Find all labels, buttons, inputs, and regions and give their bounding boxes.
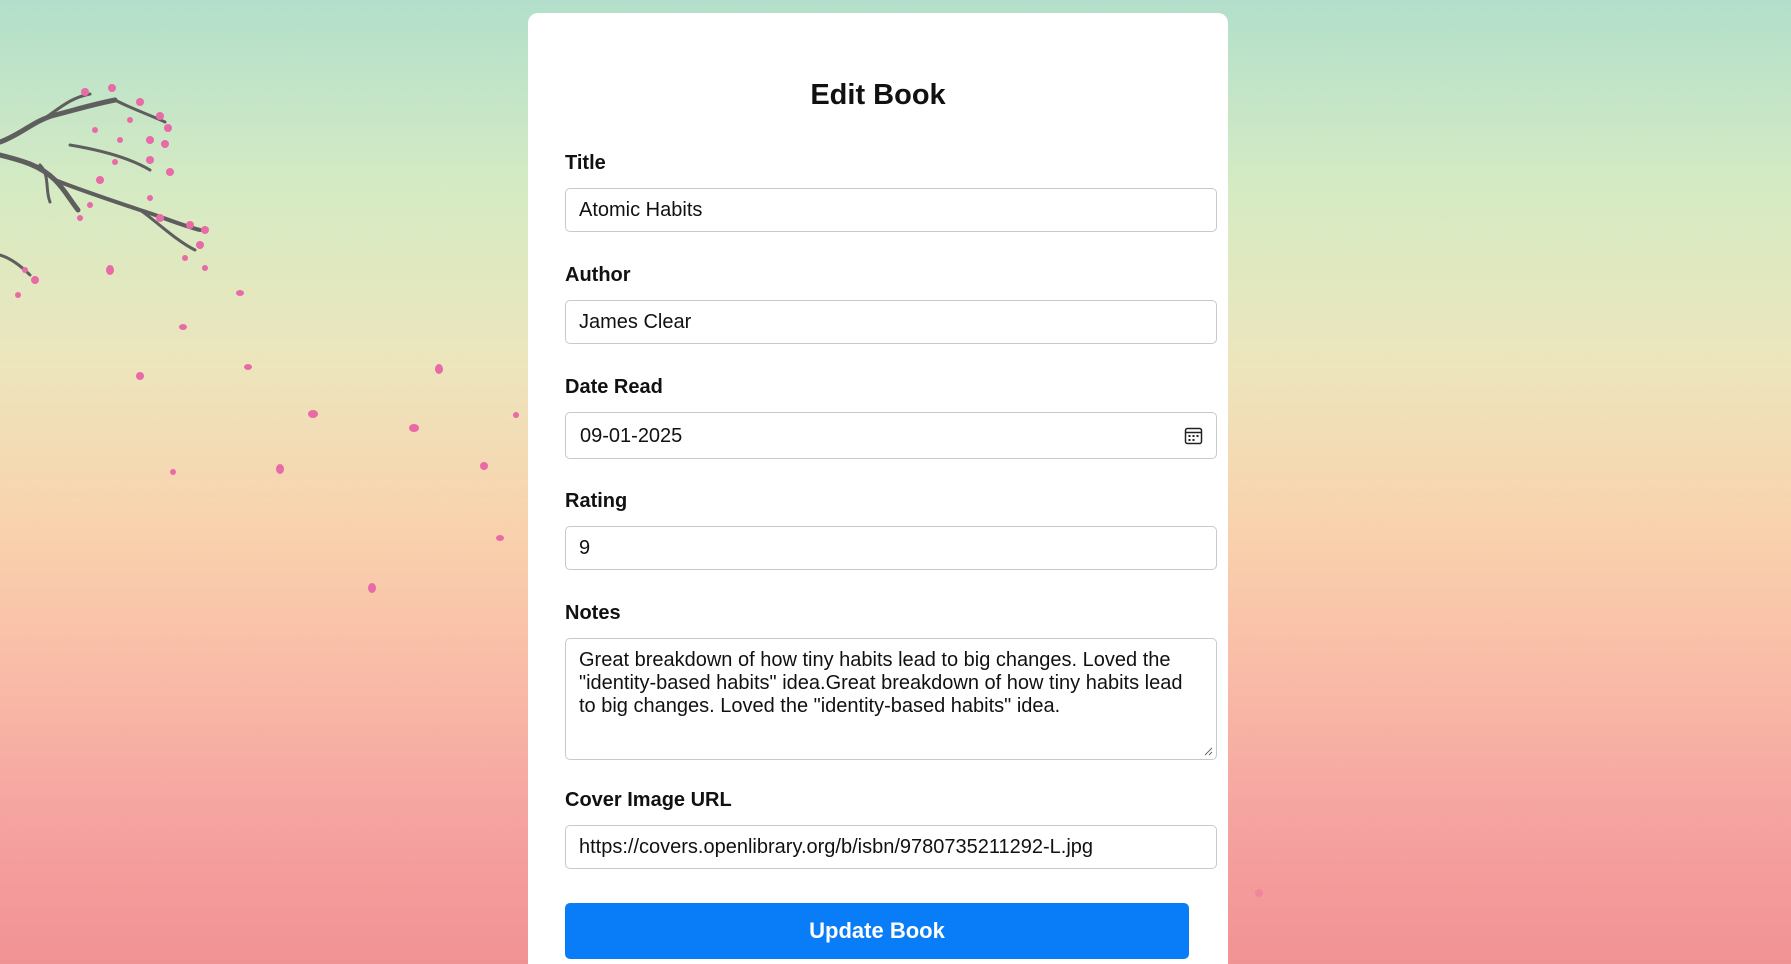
author-label: Author	[565, 264, 631, 286]
edit-book-card: Edit Book Title Author Date Read 09-01-2…	[528, 13, 1228, 964]
update-book-button[interactable]: Update Book	[565, 903, 1189, 959]
resize-grip-icon[interactable]	[1203, 746, 1213, 756]
author-input[interactable]	[565, 300, 1217, 344]
rating-input[interactable]	[565, 526, 1217, 570]
notes-text: Great breakdown of how tiny habits lead …	[579, 649, 1183, 717]
notes-label: Notes	[565, 602, 621, 624]
cover-url-input[interactable]	[565, 825, 1217, 869]
title-input[interactable]	[565, 188, 1217, 232]
rating-label: Rating	[565, 490, 628, 512]
date-read-label: Date Read	[565, 376, 663, 398]
cherry-blossom-branch	[0, 84, 209, 298]
cover-url-label: Cover Image URL	[565, 789, 732, 811]
date-read-input[interactable]: 09-01-2025	[565, 412, 1217, 459]
date-read-value: 09-01-2025	[580, 425, 683, 447]
notes-textarea[interactable]: Great breakdown of how tiny habits lead …	[565, 638, 1217, 760]
page-title: Edit Book	[810, 79, 946, 111]
calendar-icon[interactable]	[1184, 426, 1203, 445]
title-label: Title	[565, 152, 606, 174]
